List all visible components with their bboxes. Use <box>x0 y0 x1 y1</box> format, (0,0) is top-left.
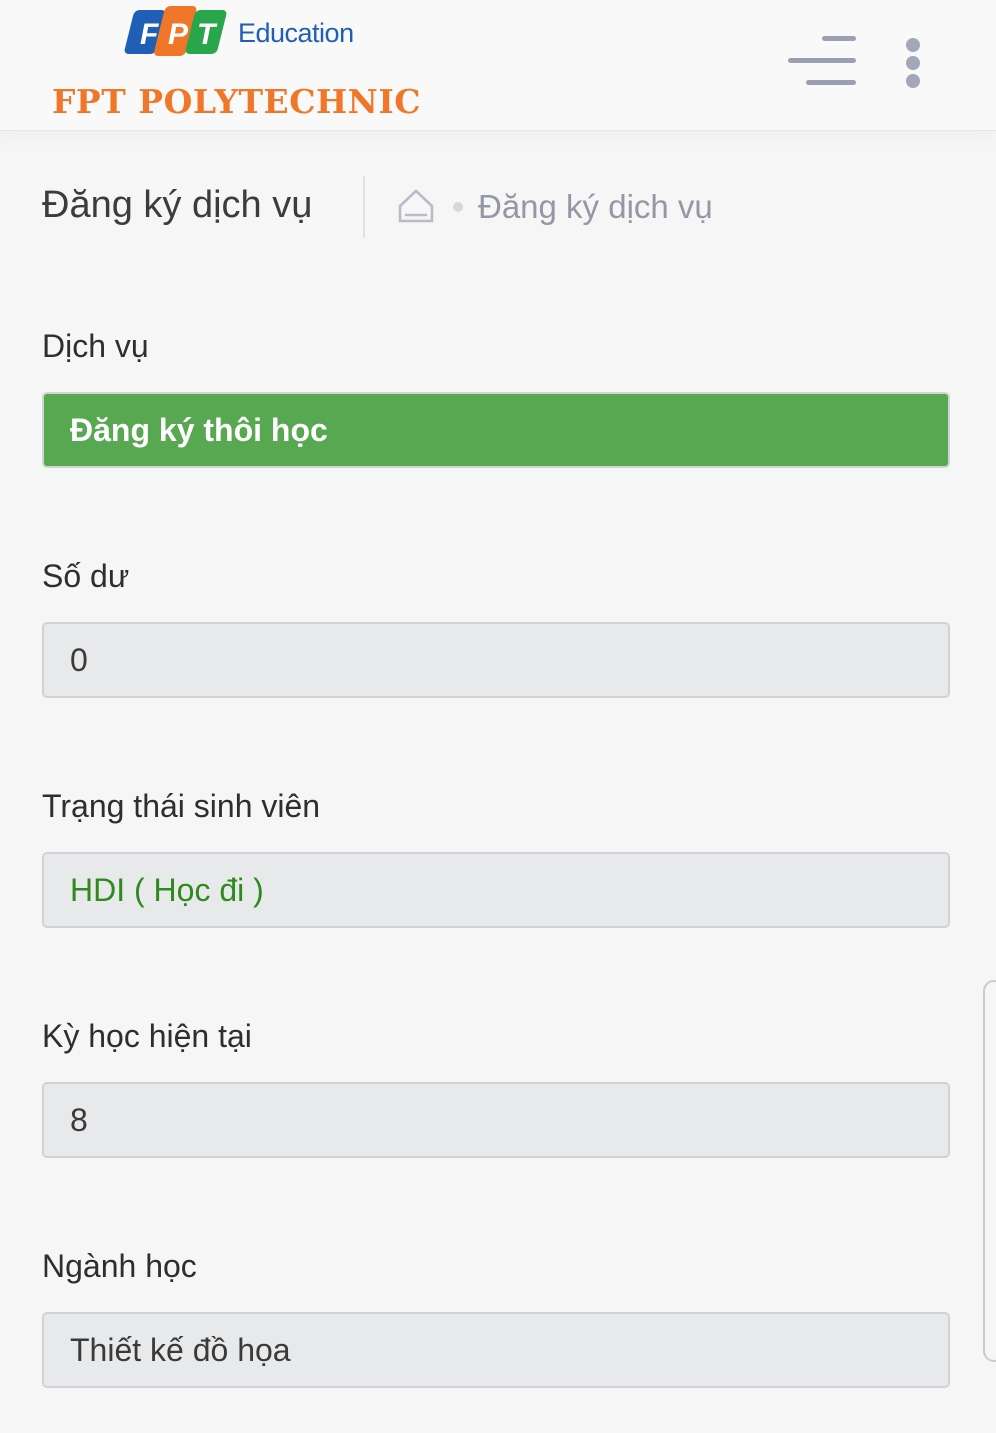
dot <box>906 56 920 70</box>
logo-letter-t: T <box>197 18 218 51</box>
vertical-dots-icon[interactable] <box>898 34 928 92</box>
title-divider <box>363 176 365 238</box>
menu-line <box>806 80 856 85</box>
logo-letter-f: F <box>140 18 159 51</box>
page-title: Đăng ký dịch vụ <box>42 184 313 226</box>
major-label: Ngành học <box>42 1248 197 1284</box>
current-term-field[interactable]: 8 <box>42 1082 950 1158</box>
student-status-label: Trạng thái sinh viên <box>42 788 321 824</box>
student-status-field[interactable]: HDI ( Học đi ) <box>42 852 950 928</box>
current-term-label: Kỳ học hiện tại <box>42 1018 252 1054</box>
logo-polytechnic-text: FPT POLYTECHNIC <box>52 82 422 121</box>
service-select[interactable]: Đăng ký thôi học <box>42 392 950 468</box>
dot <box>906 74 920 88</box>
balance-label: Số dư <box>42 558 130 594</box>
logo-letter-p: P <box>168 18 189 51</box>
major-field[interactable]: Thiết kế đồ họa <box>42 1312 950 1388</box>
top-header: F P T Education FPT POLYTECHNIC <box>0 0 996 131</box>
scrollbar[interactable] <box>983 980 996 1362</box>
home-icon[interactable] <box>396 186 436 226</box>
balance-field[interactable]: 0 <box>42 622 950 698</box>
service-label: Dịch vụ <box>42 328 149 364</box>
fpt-logo[interactable]: F P T <box>118 4 230 66</box>
dot <box>906 38 920 52</box>
menu-line <box>788 58 856 63</box>
breadcrumb-current[interactable]: Đăng ký dịch vụ <box>478 188 713 226</box>
breadcrumb-separator <box>453 202 463 212</box>
hamburger-menu-icon[interactable] <box>786 34 858 90</box>
logo-education-text: Education <box>238 18 354 48</box>
menu-line <box>822 36 856 41</box>
